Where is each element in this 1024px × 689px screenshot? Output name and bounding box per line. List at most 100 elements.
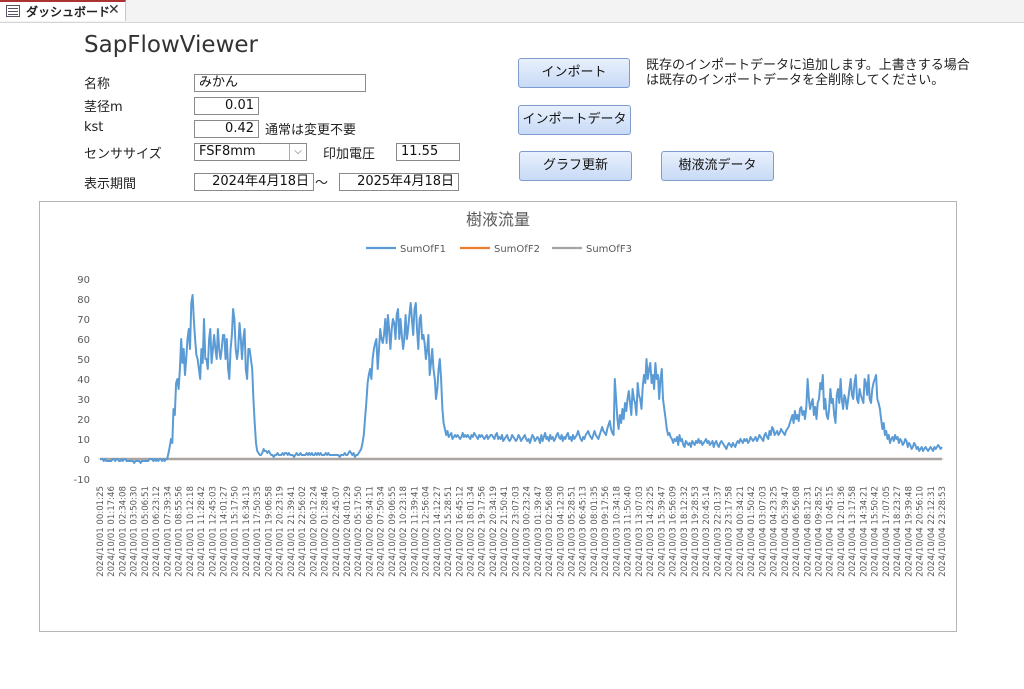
stem-diameter-field[interactable]: 0.01: [194, 97, 259, 115]
x-tick-label: 2024/10/01 00:01:25: [96, 486, 106, 577]
x-tick-label: 2024/10/01 07:39:34: [163, 486, 173, 577]
sapflow-chart: 樹液流量 SumOfF1 SumOfF2 SumOfF3 -10 0 10 20 30 40 50 6…: [39, 201, 957, 632]
x-tick-label: 2024/10/02 11:39:41: [410, 486, 420, 577]
y-tick-label: 20: [77, 415, 90, 426]
x-tick-label: 2024/10/01 01:17:46: [107, 486, 117, 577]
kst-note: 通常は変更不要: [265, 123, 357, 138]
graph-update-button[interactable]: グラフ更新: [519, 151, 632, 181]
x-tick-label: 2024/10/04 15:50:42: [871, 486, 881, 577]
chart-title: 樹液流量: [466, 210, 530, 229]
x-tick-label: 2024/10/04 18:23:27: [893, 486, 903, 577]
x-tick-label: 2024/10/01 12:45:03: [208, 486, 218, 577]
period-to-field[interactable]: 2025年4月18日: [339, 173, 459, 191]
x-tick-label: 2024/10/03 18:12:32: [680, 486, 690, 577]
x-tick-label: 2024/10/01 14:01:27: [219, 486, 229, 577]
legend-label-1: SumOfF1: [400, 244, 446, 255]
x-tick-label: 2024/10/03 22:01:37: [713, 486, 723, 577]
x-tick-label: 2024/10/03 16:56:09: [669, 486, 679, 577]
x-tick-label: 2024/10/01 19:06:58: [264, 486, 274, 577]
x-tick-label: 2024/10/01 11:28:42: [197, 486, 207, 577]
x-tick-label: 2024/10/04 23:28:53: [938, 486, 948, 577]
x-tick-label: 2024/10/01 21:39:41: [287, 486, 297, 577]
x-tick-label: 2024/10/03 05:28:51: [568, 486, 578, 577]
y-tick-label: 70: [77, 315, 90, 326]
x-tick-label: 2024/10/02 02:45:07: [332, 486, 342, 577]
y-tick-label: 80: [77, 295, 90, 306]
x-tick-label: 2024/10/02 00:12:24: [309, 486, 319, 577]
x-tick-label: 2024/10/03 08:01:35: [590, 486, 600, 577]
x-tick-label: 2024/10/03 10:34:18: [612, 486, 622, 577]
x-tick-label: 2024/10/04 10:45:15: [826, 486, 836, 577]
x-tick-label: 2024/10/01 22:56:02: [298, 486, 308, 577]
voltage-label: 印加電圧: [323, 147, 376, 162]
kst-field[interactable]: 0.42: [194, 120, 259, 138]
period-label: 表示期間: [84, 177, 137, 192]
tab-label: ダッシュボード: [26, 5, 111, 19]
x-tick-label: 2024/10/02 05:17:50: [354, 486, 364, 577]
x-tick-label: 2024/10/04 03:07:03: [758, 486, 768, 577]
x-tick-label: 2024/10/02 18:01:34: [466, 486, 476, 577]
x-tick-label: 2024/10/02 01:28:46: [321, 486, 331, 577]
x-tick-label: 2024/10/01 05:06:51: [141, 486, 151, 577]
y-tick-label: -10: [74, 475, 90, 486]
y-tick-label: 0: [84, 455, 90, 466]
chevron-down-icon[interactable]: ⌵: [289, 144, 306, 160]
x-tick-label: 2024/10/03 13:07:03: [635, 486, 645, 577]
sapflow-data-button[interactable]: 樹液流データ: [661, 151, 774, 181]
x-tick-label: 2024/10/02 07:50:34: [377, 486, 387, 577]
x-tick-label: 2024/10/02 14:12:27: [433, 486, 443, 577]
x-tick-label: 2024/10/04 04:23:25: [770, 486, 780, 577]
x-tick-label: 2024/10/04 05:39:47: [781, 486, 791, 577]
x-tick-label: 2024/10/02 06:34:11: [365, 486, 375, 577]
close-icon[interactable]: ✕: [108, 2, 120, 18]
name-label: 名称: [84, 77, 111, 92]
series-line-SumOfF1: [100, 294, 943, 464]
x-tick-label: 2024/10/01 10:12:18: [186, 486, 196, 577]
x-tick-label: 2024/10/03 19:28:53: [691, 486, 701, 577]
x-tick-label: 2024/10/04 22:12:31: [927, 486, 937, 577]
x-tick-label: 2024/10/03 15:39:47: [657, 486, 667, 577]
x-tick-label: 2024/10/01 08:55:56: [175, 486, 185, 577]
import-button[interactable]: インポート: [518, 58, 630, 88]
x-tick-label: 2024/10/02 20:34:19: [489, 486, 499, 577]
x-tick-label: 2024/10/04 19:39:48: [904, 486, 914, 577]
y-tick-label: 90: [77, 275, 90, 286]
form-icon: [6, 5, 20, 17]
sensor-size-value: FSF8mm: [199, 144, 256, 159]
x-tick-label: 2024/10/02 16:45:12: [455, 486, 465, 577]
y-tick-label: 50: [77, 355, 90, 366]
import-data-button[interactable]: インポートデータ: [518, 105, 631, 135]
x-tick-label: 2024/10/03 01:39:47: [534, 486, 544, 577]
x-tick-label: 2024/10/01 03:50:30: [130, 486, 140, 577]
x-tick-label: 2024/10/02 15:28:51: [444, 486, 454, 577]
x-tick-label: 2024/10/02 09:06:55: [388, 486, 398, 577]
x-tick-label: 2024/10/04 01:50:42: [747, 486, 757, 577]
x-tick-label: 2024/10/04 08:12:31: [803, 486, 813, 577]
x-tick-label: 2024/10/03 06:45:13: [579, 486, 589, 577]
x-tick-label: 2024/10/04 00:34:21: [736, 486, 746, 577]
document-tab-bar: ダッシュボード ✕: [0, 0, 1024, 23]
x-tick-label: 2024/10/04 13:17:58: [848, 486, 858, 577]
kst-label: kst: [84, 120, 104, 135]
x-tick-label: 2024/10/02 23:07:03: [511, 486, 521, 577]
x-tick-label: 2024/10/02 10:23:18: [399, 486, 409, 577]
tab-dashboard[interactable]: ダッシュボード ✕: [0, 0, 126, 21]
chart-svg: 樹液流量 SumOfF1 SumOfF2 SumOfF3 -10 0 10 20 30 40 50 6…: [74, 210, 948, 577]
x-tick-label: 2024/10/04 09:28:52: [815, 486, 825, 577]
app-title: SapFlowViewer: [84, 32, 258, 58]
x-tick-label: 2024/10/04 20:56:10: [916, 486, 926, 577]
x-tick-label: 2024/10/03 04:12:30: [556, 486, 566, 577]
legend-label-2: SumOfF2: [494, 244, 540, 255]
x-tick-label: 2024/10/01 17:50:35: [253, 486, 263, 577]
stem-diameter-label: 茎径m: [84, 100, 123, 115]
x-tick-label: 2024/10/01 15:17:50: [231, 486, 241, 577]
x-tick-label: 2024/10/04 17:07:05: [882, 486, 892, 577]
x-tick-label: 2024/10/03 11:50:40: [624, 486, 634, 577]
x-tick-label: 2024/10/03 23:17:58: [725, 486, 735, 577]
x-tick-label: 2024/10/01 20:23:19: [276, 486, 286, 577]
voltage-field[interactable]: 11.55: [396, 143, 460, 161]
sensor-size-select[interactable]: FSF8mm ⌵: [194, 143, 307, 161]
period-from-field[interactable]: 2024年4月18日: [194, 173, 314, 191]
name-field[interactable]: みかん: [194, 74, 366, 92]
x-tick-label: 2024/10/03 14:23:25: [646, 486, 656, 577]
